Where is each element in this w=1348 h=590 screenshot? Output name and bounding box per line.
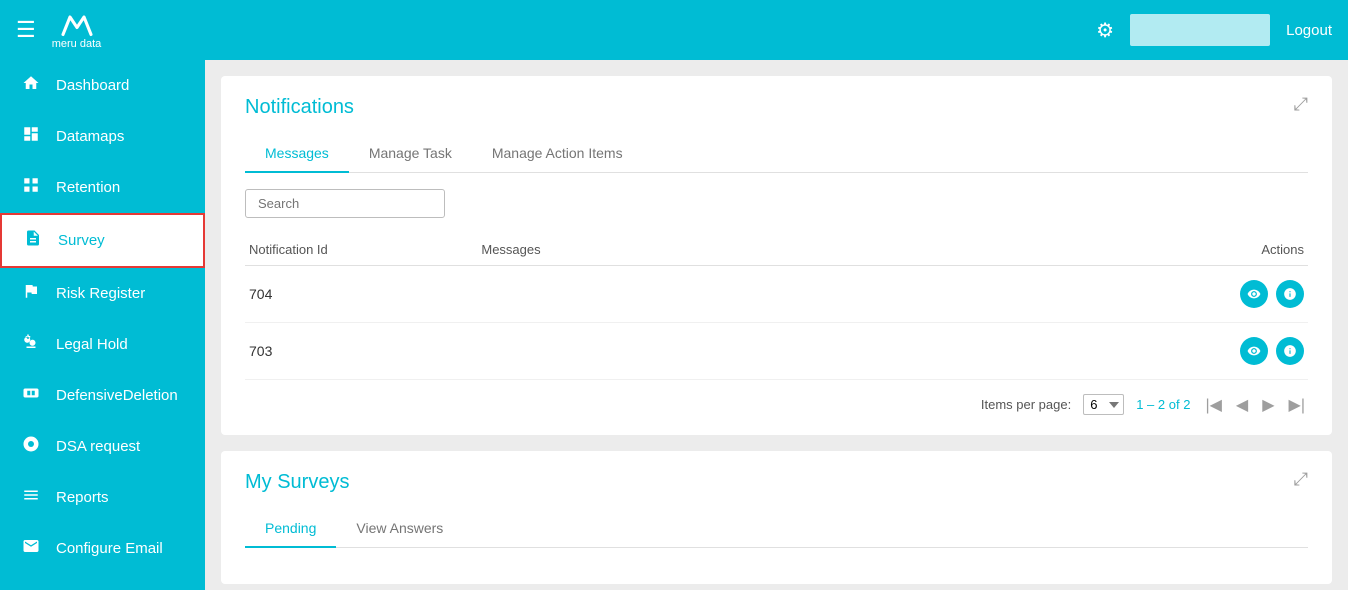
notifications-tabs: Messages Manage Task Manage Action Items xyxy=(245,135,1308,173)
sidebar-label-configure-email: Configure Email xyxy=(56,540,163,557)
sidebar-item-dsa-request[interactable]: DSA request xyxy=(0,421,205,472)
sidebar-label-risk-register: Risk Register xyxy=(56,285,145,302)
sidebar-item-configure-email[interactable]: Configure Email xyxy=(0,523,205,574)
tab-pending[interactable]: Pending xyxy=(245,510,336,548)
sidebar-item-risk-register[interactable]: Risk Register xyxy=(0,268,205,319)
logo-text: meru data xyxy=(52,38,102,50)
notification-id-cell: 703 xyxy=(245,323,477,380)
tab-manage-action-items[interactable]: Manage Action Items xyxy=(472,135,643,173)
actions-cell xyxy=(1115,323,1308,380)
search-input[interactable] xyxy=(245,189,445,218)
configure-email-icon xyxy=(20,537,42,560)
view-button[interactable] xyxy=(1240,337,1268,365)
message-cell xyxy=(477,323,1115,380)
col-notification-id: Notification Id xyxy=(245,234,477,266)
reports-icon xyxy=(20,486,42,509)
sidebar-label-legal-hold: Legal Hold xyxy=(56,336,128,353)
sidebar-label-retention: Retention xyxy=(56,179,120,196)
datamaps-icon xyxy=(20,125,42,148)
actions-cell xyxy=(1115,266,1308,323)
header: ☰ meru data ⚙ Logout xyxy=(0,0,1348,60)
survey-icon xyxy=(22,229,44,252)
info-button[interactable] xyxy=(1276,280,1304,308)
retention-icon xyxy=(20,176,42,199)
sidebar-label-survey: Survey xyxy=(58,232,105,249)
sidebar-item-reports[interactable]: Reports xyxy=(0,472,205,523)
view-button[interactable] xyxy=(1240,280,1268,308)
pagination-info: 1 – 2 of 2 xyxy=(1136,397,1190,412)
hamburger-icon[interactable]: ☰ xyxy=(16,17,36,43)
notifications-title: Notifications xyxy=(245,96,354,119)
sidebar-label-reports: Reports xyxy=(56,489,109,506)
items-per-page-label: Items per page: xyxy=(981,397,1071,412)
info-button[interactable] xyxy=(1276,337,1304,365)
pagination: Items per page: 6 10 25 1 – 2 of 2 |◀ ◀ … xyxy=(245,394,1308,415)
expand-icon[interactable]: ⤢ xyxy=(1294,94,1308,115)
sidebar-item-upload[interactable]: Upload xyxy=(0,574,205,590)
tab-messages[interactable]: Messages xyxy=(245,135,349,173)
legal-hold-icon xyxy=(20,333,42,356)
my-surveys-tabs: Pending View Answers xyxy=(245,510,1308,548)
tab-manage-task[interactable]: Manage Task xyxy=(349,135,472,173)
gear-icon[interactable]: ⚙ xyxy=(1096,18,1114,43)
logout-button[interactable]: Logout xyxy=(1286,22,1332,39)
sidebar-label-dashboard: Dashboard xyxy=(56,77,129,94)
layout: Dashboard Datamaps Retention Survey Risk Reg… xyxy=(0,60,1348,590)
sidebar-item-survey[interactable]: Survey xyxy=(0,213,205,268)
per-page-select[interactable]: 6 10 25 xyxy=(1083,394,1124,415)
sidebar-label-dsa-request: DSA request xyxy=(56,438,140,455)
my-surveys-title: My Surveys xyxy=(245,471,349,494)
user-box[interactable] xyxy=(1130,14,1270,46)
risk-register-icon xyxy=(20,282,42,305)
logo: meru data xyxy=(52,10,102,50)
tab-view-answers[interactable]: View Answers xyxy=(336,510,463,548)
header-right: ⚙ Logout xyxy=(1096,14,1332,46)
sidebar-item-retention[interactable]: Retention xyxy=(0,162,205,213)
sidebar-item-defensive-deletion[interactable]: DefensiveDeletion xyxy=(0,370,205,421)
col-actions: Actions xyxy=(1115,234,1308,266)
next-page-button[interactable]: ▶ xyxy=(1259,395,1277,415)
notification-id-cell: 704 xyxy=(245,266,477,323)
sidebar-item-legal-hold[interactable]: Legal Hold xyxy=(0,319,205,370)
table-row: 704 xyxy=(245,266,1308,323)
sidebar-label-defensive-deletion: DefensiveDeletion xyxy=(56,387,178,404)
notifications-table: Notification Id Messages Actions 704703 xyxy=(245,234,1308,380)
first-page-button[interactable]: |◀ xyxy=(1202,395,1224,415)
last-page-button[interactable]: ▶| xyxy=(1286,395,1308,415)
sidebar-item-datamaps[interactable]: Datamaps xyxy=(0,111,205,162)
notifications-card: Notifications ⤢ Messages Manage Task Man… xyxy=(221,76,1332,435)
col-messages: Messages xyxy=(477,234,1115,266)
defensive-deletion-icon xyxy=(20,384,42,407)
my-surveys-card: My Surveys ⤢ Pending View Answers xyxy=(221,451,1332,584)
dsa-request-icon xyxy=(20,435,42,458)
sidebar: Dashboard Datamaps Retention Survey Risk Reg… xyxy=(0,60,205,590)
table-row: 703 xyxy=(245,323,1308,380)
logo-icon xyxy=(59,10,95,38)
prev-page-button[interactable]: ◀ xyxy=(1233,395,1251,415)
sidebar-label-datamaps: Datamaps xyxy=(56,128,124,145)
sidebar-item-dashboard[interactable]: Dashboard xyxy=(0,60,205,111)
dashboard-icon xyxy=(20,74,42,97)
main-content: Notifications ⤢ Messages Manage Task Man… xyxy=(205,60,1348,590)
expand-icon-surveys[interactable]: ⤢ xyxy=(1294,469,1308,490)
message-cell xyxy=(477,266,1115,323)
